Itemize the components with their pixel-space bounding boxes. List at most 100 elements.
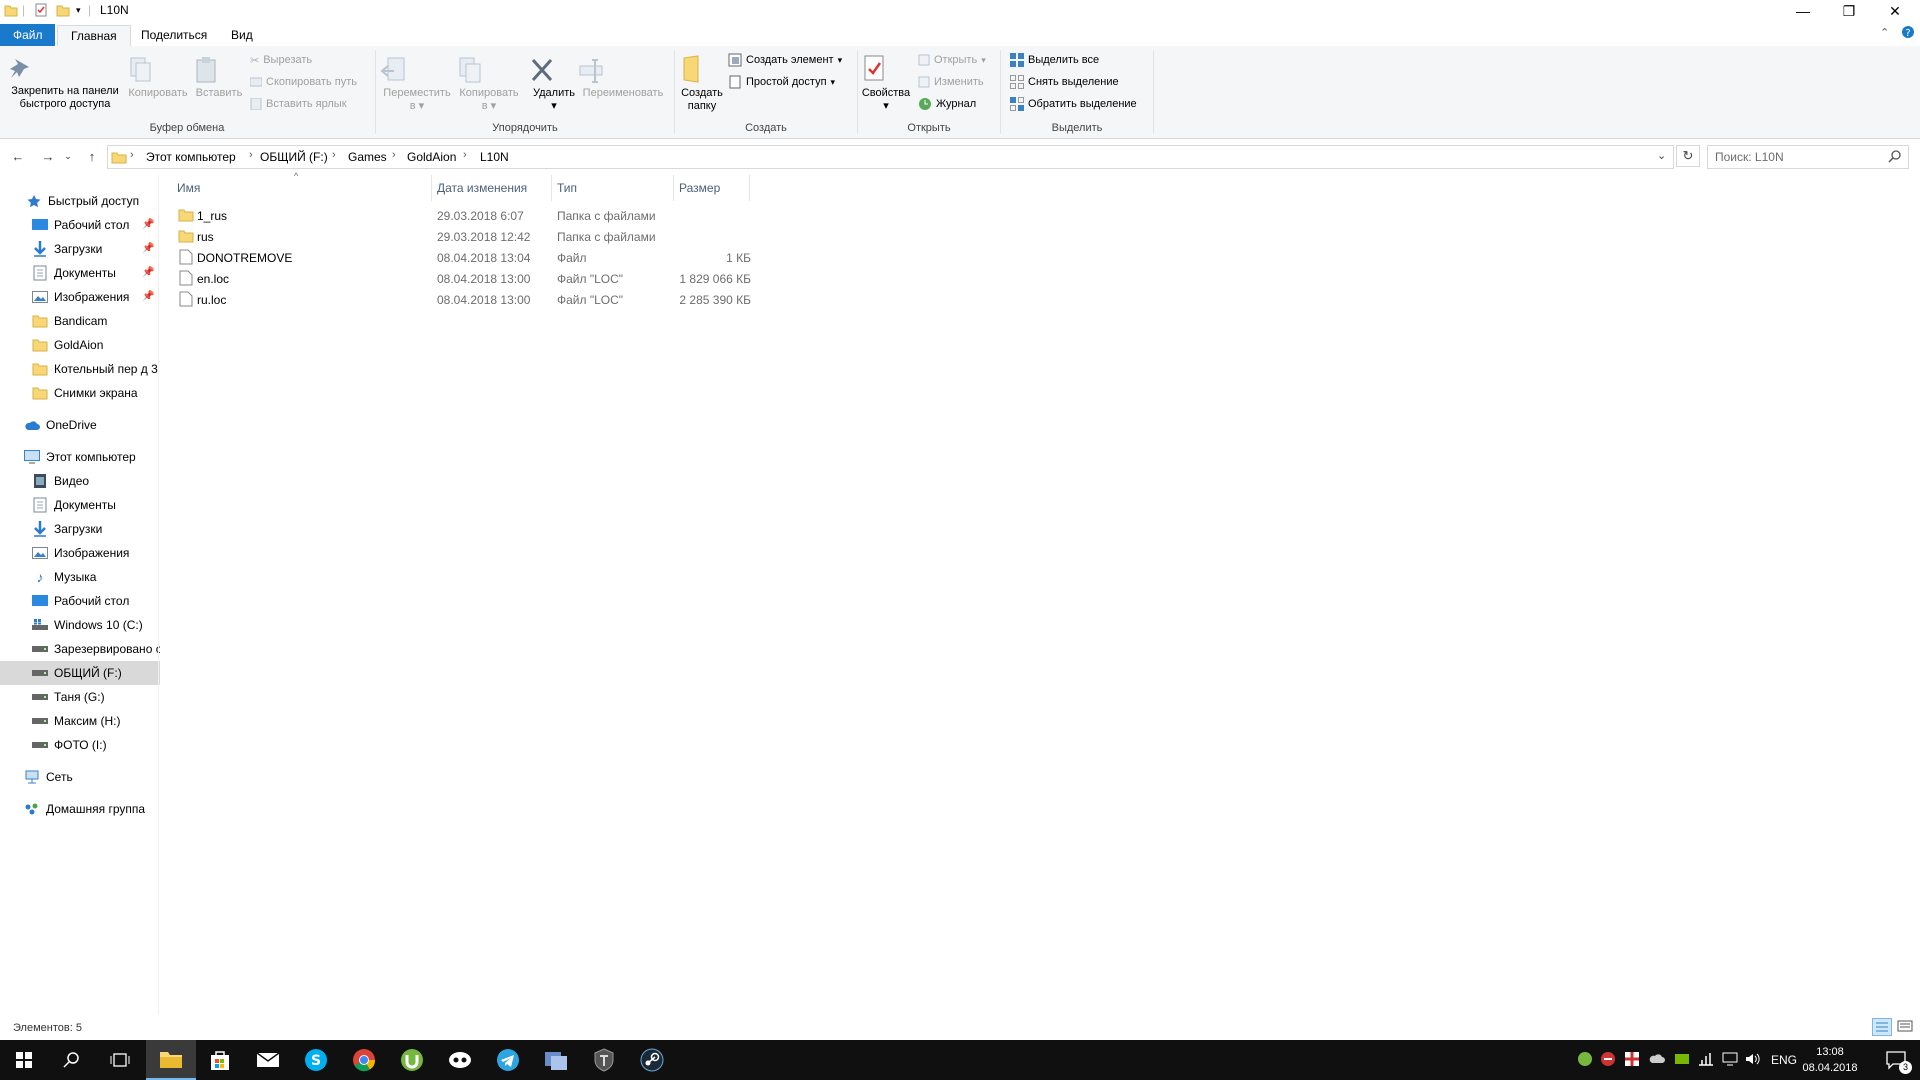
close-button[interactable]: ✕: [1872, 0, 1918, 22]
group-label-clipboard: Буфер обмена: [149, 122, 225, 134]
edit-button[interactable]: Изменить: [918, 74, 984, 90]
column-separator[interactable]: [551, 175, 552, 201]
nav-onedrive[interactable]: OneDrive: [0, 413, 182, 437]
paste-shortcut-button[interactable]: Вставить ярлык: [250, 96, 347, 112]
ribbon-tabs: Файл Главная Поделиться Вид ⌃ ?: [0, 22, 1920, 47]
tray-nvidia-icon[interactable]: [1674, 1051, 1690, 1067]
taskbar-window-app[interactable]: [532, 1040, 580, 1080]
taskbar-telegram[interactable]: [484, 1040, 532, 1080]
minimize-button[interactable]: —: [1780, 0, 1826, 22]
task-view-button[interactable]: [96, 1040, 144, 1080]
select-all-button[interactable]: Выделить все: [1010, 52, 1099, 68]
history-button[interactable]: Журнал: [918, 96, 976, 112]
nav-network[interactable]: Сеть: [0, 765, 182, 789]
copy-to-button[interactable]: Копировать в ▾: [456, 56, 522, 113]
details-view-button[interactable]: [1872, 1018, 1892, 1036]
column-header-name[interactable]: Имя: [177, 181, 200, 195]
breadcrumb-this-pc[interactable]: Этот компьютер: [146, 150, 236, 164]
column-header-type[interactable]: Тип: [557, 181, 577, 195]
search-taskbar-button[interactable]: [48, 1040, 96, 1080]
column-separator[interactable]: [673, 175, 674, 201]
taskbar-utorrent[interactable]: [388, 1040, 436, 1080]
breadcrumb-drive-f[interactable]: ОБЩИЙ (F:): [260, 150, 328, 164]
nav-quick-access[interactable]: Быстрый доступ: [0, 189, 184, 213]
new-folder-button[interactable]: Создать папку: [676, 54, 728, 113]
refresh-button[interactable]: ↻: [1676, 145, 1700, 167]
search-input[interactable]: Поиск: L10N: [1707, 145, 1909, 169]
desktop-icon: [32, 593, 48, 609]
breadcrumb-goldaion[interactable]: GoldAion: [407, 150, 456, 164]
new-item-button[interactable]: Создать элемент ▾: [728, 52, 842, 68]
tray-network-icon[interactable]: [1698, 1051, 1714, 1067]
new-folder-quick-icon[interactable]: [56, 3, 70, 17]
tab-view[interactable]: Вид: [218, 25, 266, 46]
copy-path-icon: [250, 77, 262, 87]
open-button[interactable]: Открыть ▾: [918, 52, 986, 68]
file-row[interactable]: rus 29.03.2018 12:42 Папка с файлами: [176, 226, 911, 247]
drive-icon: [32, 665, 48, 681]
delete-button[interactable]: Удалить ▾: [528, 56, 580, 113]
easy-access-button[interactable]: Простой доступ ▾: [728, 74, 835, 90]
tray-volume-icon[interactable]: [1745, 1051, 1761, 1067]
taskbar-app-mask[interactable]: [436, 1040, 484, 1080]
refresh-icon: ↻: [1682, 148, 1694, 163]
up-button[interactable]: ↑: [82, 147, 102, 165]
back-button[interactable]: ←: [8, 147, 28, 165]
breadcrumb-games[interactable]: Games: [348, 150, 387, 164]
rename-button[interactable]: Переименовать: [578, 56, 668, 100]
file-row[interactable]: 1_rus 29.03.2018 6:07 Папка с файлами: [176, 205, 911, 226]
maximize-button[interactable]: ❐: [1826, 0, 1872, 22]
tray-utorrent-icon[interactable]: [1577, 1051, 1593, 1067]
column-header-date[interactable]: Дата изменения: [437, 181, 527, 195]
nav-homegroup[interactable]: Домашняя группа: [0, 797, 182, 821]
properties-quick-icon[interactable]: [34, 3, 48, 17]
help-icon[interactable]: ?: [1901, 25, 1915, 39]
nav-this-pc[interactable]: Этот компьютер: [0, 445, 182, 469]
file-size: 1 КБ: [726, 251, 751, 265]
collapse-ribbon-icon[interactable]: ⌃: [1880, 26, 1889, 39]
taskbar-world-of-tanks[interactable]: [580, 1040, 628, 1080]
address-bar[interactable]: › Этот компьютер › ОБЩИЙ (F:) › Games › …: [107, 145, 1674, 169]
column-separator[interactable]: [431, 175, 432, 201]
tray-clock[interactable]: 13:08 08.04.2018: [1798, 1044, 1862, 1076]
taskbar-file-explorer[interactable]: [146, 1040, 196, 1080]
tray-display-icon[interactable]: [1722, 1051, 1738, 1067]
copy-button[interactable]: Копировать: [127, 56, 189, 100]
tray-shield-icon[interactable]: [1624, 1051, 1640, 1067]
arrow-right-icon: →: [41, 148, 55, 164]
move-to-button[interactable]: Переместить в ▾: [380, 56, 454, 113]
large-icons-view-button[interactable]: [1896, 1018, 1916, 1036]
forward-button[interactable]: →: [38, 147, 58, 165]
properties-button[interactable]: Свойства ▾: [860, 54, 912, 113]
pin-quick-access-button[interactable]: Закрепить на панели быстрого доступа: [6, 56, 124, 111]
tray-onedrive-icon[interactable]: [1648, 1051, 1666, 1065]
taskbar-steam[interactable]: [628, 1040, 676, 1080]
start-button[interactable]: [0, 1040, 48, 1080]
select-none-button[interactable]: Снять выделение: [1010, 74, 1119, 90]
tab-file[interactable]: Файл: [0, 24, 55, 46]
breadcrumb-l10n[interactable]: L10N: [480, 150, 509, 164]
file-row[interactable]: DONOTREMOVE 08.04.2018 13:04 Файл 1 КБ: [176, 247, 911, 268]
column-separator[interactable]: [749, 175, 750, 201]
recent-locations-button[interactable]: ⌄: [62, 147, 74, 165]
taskbar-mail[interactable]: [244, 1040, 292, 1080]
action-center-button[interactable]: 3: [1872, 1040, 1920, 1080]
column-header-size[interactable]: Размер: [679, 181, 720, 195]
taskbar-chrome[interactable]: [340, 1040, 388, 1080]
tab-share[interactable]: Поделиться: [128, 25, 220, 46]
address-dropdown-icon[interactable]: ⌄: [1657, 149, 1666, 162]
tray-antivirus-icon[interactable]: [1600, 1051, 1616, 1067]
homegroup-icon: [24, 801, 40, 817]
windows-drive-icon: [32, 617, 48, 633]
file-row[interactable]: en.loc 08.04.2018 13:00 Файл "LOC" 1 829…: [176, 268, 911, 289]
tray-language[interactable]: ENG: [1771, 1053, 1797, 1067]
tab-home[interactable]: Главная: [57, 25, 131, 47]
copy-path-button[interactable]: Скопировать путь: [250, 74, 357, 90]
file-row[interactable]: ru.loc 08.04.2018 13:00 Файл "LOC" 2 285…: [176, 289, 911, 310]
customize-quick-access-icon[interactable]: ▾: [76, 5, 81, 16]
taskbar-skype[interactable]: S: [292, 1040, 340, 1080]
cut-button[interactable]: ✂ Вырезать: [250, 52, 312, 68]
invert-selection-button[interactable]: Обратить выделение: [1010, 96, 1137, 112]
paste-button[interactable]: Вставить: [193, 56, 245, 100]
taskbar-store[interactable]: [196, 1040, 244, 1080]
